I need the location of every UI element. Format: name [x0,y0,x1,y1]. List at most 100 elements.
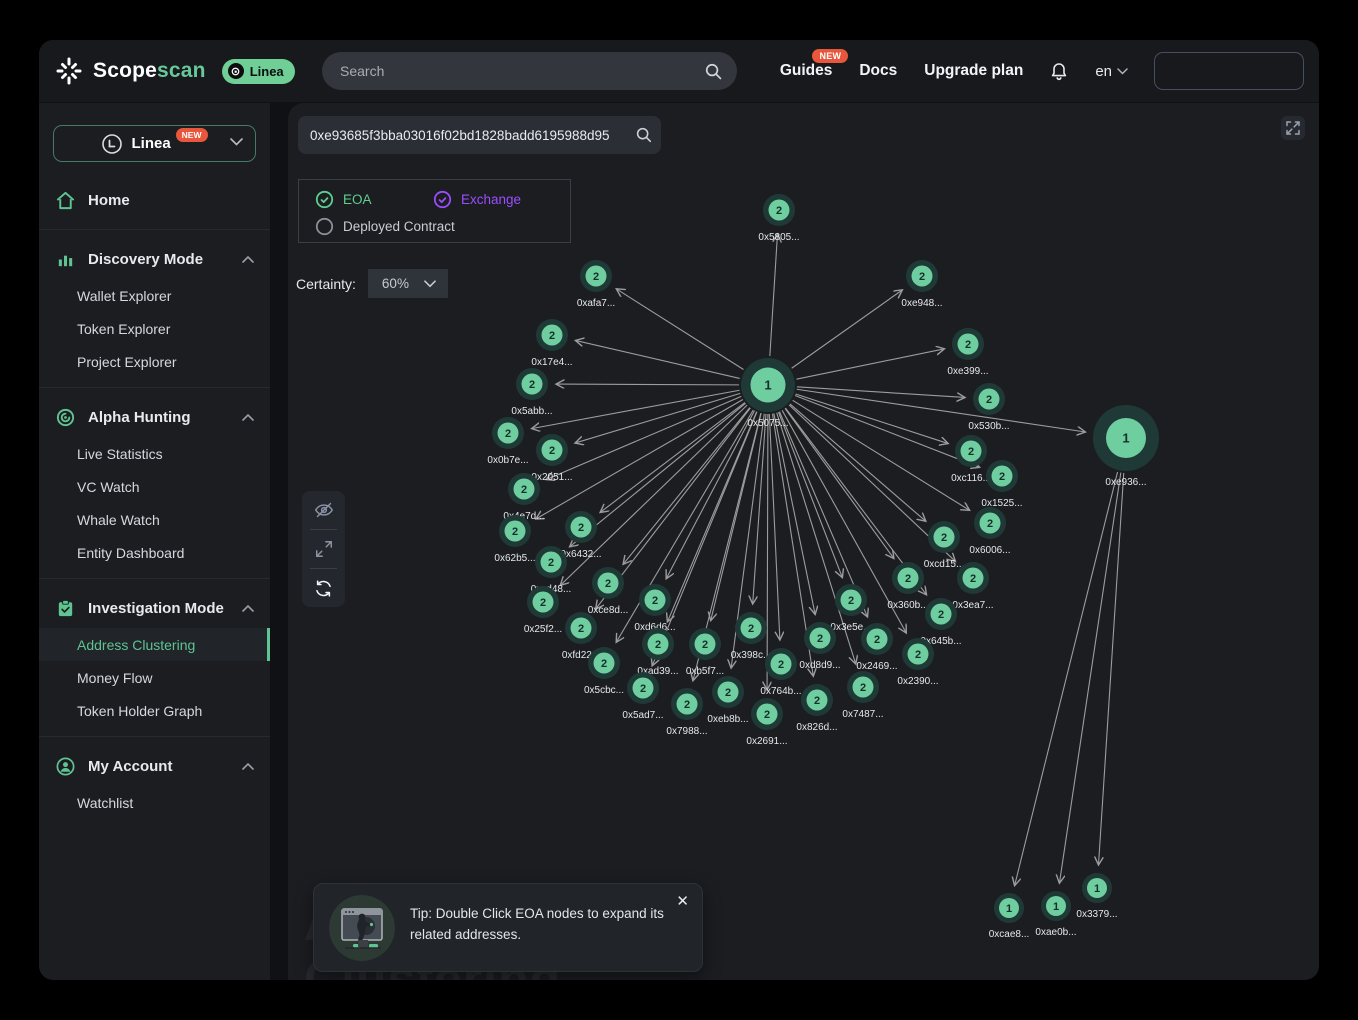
graph-node-0xd6d6[interactable]: 20xd6d6... [634,584,675,633]
node-address-label: 0xcae8... [989,929,1030,940]
sidebar-subitem-project-explorer[interactable]: Project Explorer [39,345,270,378]
node-value: 2 [848,595,854,607]
sidebar-subitem-wallet-explorer[interactable]: Wallet Explorer [39,279,270,312]
graph-node-0x2051[interactable]: 20x2051... [531,434,572,483]
graph-node-0x3379[interactable]: 10x3379... [1076,873,1117,920]
sidebar-item-label: My Account [88,758,172,775]
node-address-label: 0x62b5... [494,553,535,564]
chevron-up-icon [242,414,254,421]
sidebar-subitem-watchlist[interactable]: Watchlist [39,786,270,819]
graph-node-0x17e4[interactable]: 20x17e4... [531,319,572,368]
tip-text: Tip: Double Click EOA nodes to expand it… [410,904,672,946]
notifications-bell-icon[interactable] [1049,61,1069,82]
node-address-label: 0x3379... [1076,909,1117,920]
sidebar-subitem-address-clustering[interactable]: Address Clustering [39,628,270,661]
graph-node-0x2691[interactable]: 20x2691... [746,698,787,747]
language-selector[interactable]: en [1095,63,1128,80]
graph-node-0xe399[interactable]: 20xe399... [947,328,988,377]
sidebar-item-home[interactable]: Home [39,180,270,220]
app-title: Scopescan [93,59,206,83]
graph-node-0xeb8b[interactable]: 20xeb8b... [707,676,748,725]
node-address-label: 0x25f2... [524,624,562,635]
nav-item-docs[interactable]: Docs [859,62,897,80]
target-icon [55,407,76,428]
node-value: 2 [512,526,518,538]
graph-node-0xc116[interactable]: 20xc116... [951,435,991,484]
graph-node-0x5abb[interactable]: 20x5abb... [511,368,552,417]
graph-node-0xb5f7[interactable]: 20xb5f7... [686,628,724,677]
graph-node-0x398c[interactable]: 20x398c... [731,612,772,661]
sidebar-subitem-live-statistics[interactable]: Live Statistics [39,437,270,470]
graph-edge [536,399,743,519]
sidebar-subitem-vc-watch[interactable]: VC Watch [39,470,270,503]
sidebar-subitem-token-holder-graph[interactable]: Token Holder Graph [39,694,270,727]
chain-selector[interactable]: Linea NEW [53,125,256,162]
close-icon[interactable]: ✕ [676,894,689,909]
graph-node-0x25f2[interactable]: 20x25f2... [524,586,562,635]
graph-node-0xe936[interactable]: 1 0xe936... [1093,405,1159,488]
graph-edge [797,387,965,398]
graph-node-0xcd15[interactable]: 20xcd15... [924,521,965,570]
graph-edge [546,396,741,479]
language-label: en [1095,63,1112,80]
node-value: 2 [601,658,607,670]
graph-node-0x5075[interactable]: 10x5075... [741,358,795,429]
sidebar-item-discovery-mode[interactable]: Discovery Mode [39,239,270,279]
clipboard-icon [55,598,76,619]
connect-wallet-button[interactable] [1154,52,1304,90]
sidebar-item-investigation-mode[interactable]: Investigation Mode [39,588,270,628]
sidebar-subitem-whale-watch[interactable]: Whale Watch [39,503,270,536]
global-search[interactable] [322,52,737,90]
sidebar-subitem-token-explorer[interactable]: Token Explorer [39,312,270,345]
graph-node-0xe948[interactable]: 20xe948... [901,260,942,309]
graph-node-0x6432[interactable]: 20x6432... [560,511,601,560]
node-address-label: 0x764b... [760,686,801,697]
graph-node-0x0b7e[interactable]: 20x0b7e... [487,417,528,466]
graph-edge [785,408,894,558]
search-input[interactable] [340,63,704,79]
node-value: 1 [1122,431,1129,446]
graph-node-0xcae8[interactable]: 10xcae8... [989,893,1030,940]
graph-node-0x7988[interactable]: 20x7988... [666,688,707,737]
graph-node-0x5ad7[interactable]: 20x5ad7... [622,672,663,721]
node-value: 2 [986,394,992,406]
address-cluster-graph[interactable]: 10x5075...10xe936...20x5805...20xafa7...… [288,103,1319,980]
graph-node-0xae0b[interactable]: 10xae0b... [1035,891,1076,938]
graph-node-0x826d[interactable]: 20x826d... [796,684,837,733]
chart-icon [55,249,76,270]
nav-item-upgrade-plan[interactable]: Upgrade plan [924,62,1023,80]
node-value: 2 [915,649,921,661]
graph-node-0x62b5[interactable]: 2 0x62b5... [494,515,535,564]
graph-node-0x7487[interactable]: 20x7487... [842,671,883,720]
graph-edge [778,412,842,578]
node-value: 2 [938,609,944,621]
node-value: 2 [549,445,555,457]
sidebar-item-my-account[interactable]: My Account [39,746,270,786]
node-value: 2 [941,532,947,544]
node-address-label: 0x0b7e... [487,455,528,466]
nav-item-guides[interactable]: GuidesNEW [780,62,833,80]
sidebar-item-alpha-hunting[interactable]: Alpha Hunting [39,397,270,437]
graph-node-0x1525[interactable]: 20x1525... [981,460,1022,509]
graph-node-0x530b[interactable]: 20x530b... [968,383,1009,432]
node-value: 2 [529,379,535,391]
graph-node-0xafa7[interactable]: 20xafa7... [577,260,615,309]
node-value: 2 [874,634,880,646]
node-address-label: 0x5805... [758,232,799,243]
graph-node-0x3e5e[interactable]: 20x3e5e... [830,584,871,633]
graph-node-0xad39[interactable]: 20xad39... [637,628,678,677]
node-address-label: 0xafa7... [577,298,615,309]
graph-node-0x360b[interactable]: 20x360b... [887,562,928,611]
node-value: 2 [817,633,823,645]
node-address-label: 0x6432... [560,549,601,560]
node-address-label: 0xb5f7... [686,666,724,677]
node-value: 2 [814,695,820,707]
node-address-label: 0xae0b... [1035,927,1076,938]
sidebar-subitem-money-flow[interactable]: Money Flow [39,661,270,694]
node-address-label: 0xe936... [1105,477,1146,488]
node-value: 2 [919,271,925,283]
graph-node-0x5805[interactable]: 20x5805... [758,194,799,243]
graph-node-0x6006[interactable]: 20x6006... [969,507,1010,556]
sidebar-subitem-entity-dashboard[interactable]: Entity Dashboard [39,536,270,569]
new-badge: NEW [812,49,848,63]
